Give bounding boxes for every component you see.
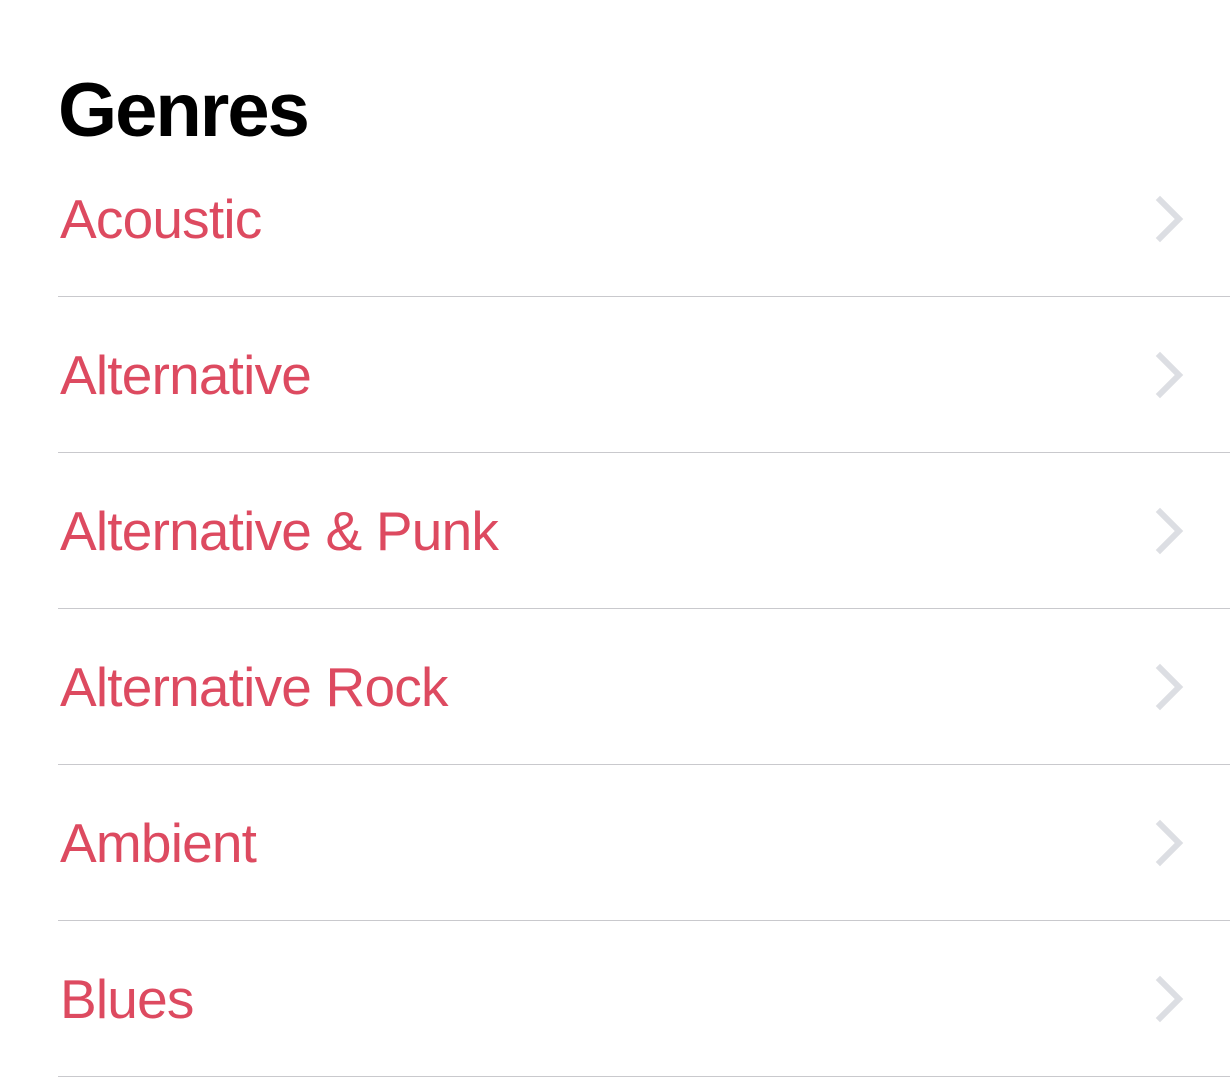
list-item[interactable]: Acoustic: [0, 141, 1230, 297]
genres-list: Acoustic Alternative Alternative & Punk: [0, 141, 1230, 1077]
list-item[interactable]: Alternative Rock: [0, 609, 1230, 765]
chevron-right-icon[interactable]: [1155, 507, 1185, 555]
chevron-right-icon[interactable]: [1155, 663, 1185, 711]
list-item[interactable]: Alternative: [0, 297, 1230, 453]
list-separator: [58, 1076, 1230, 1077]
list-item-label: Blues: [60, 968, 194, 1030]
list-item-label: Alternative: [60, 344, 312, 406]
chevron-right-icon[interactable]: [1155, 975, 1185, 1023]
list-item-label: Ambient: [60, 812, 257, 874]
list-item-label: Alternative Rock: [60, 656, 448, 718]
chevron-right-icon[interactable]: [1155, 819, 1185, 867]
list-item[interactable]: Ambient: [0, 765, 1230, 921]
list-item-label: Acoustic: [60, 188, 262, 250]
list-item-label: Alternative & Punk: [60, 500, 499, 562]
chevron-right-icon[interactable]: [1155, 195, 1185, 243]
list-item[interactable]: Alternative & Punk: [0, 453, 1230, 609]
list-item[interactable]: Blues: [0, 921, 1230, 1077]
chevron-right-icon[interactable]: [1155, 351, 1185, 399]
genres-screen: Genres Acoustic Alternative Alternative …: [0, 0, 1230, 1085]
